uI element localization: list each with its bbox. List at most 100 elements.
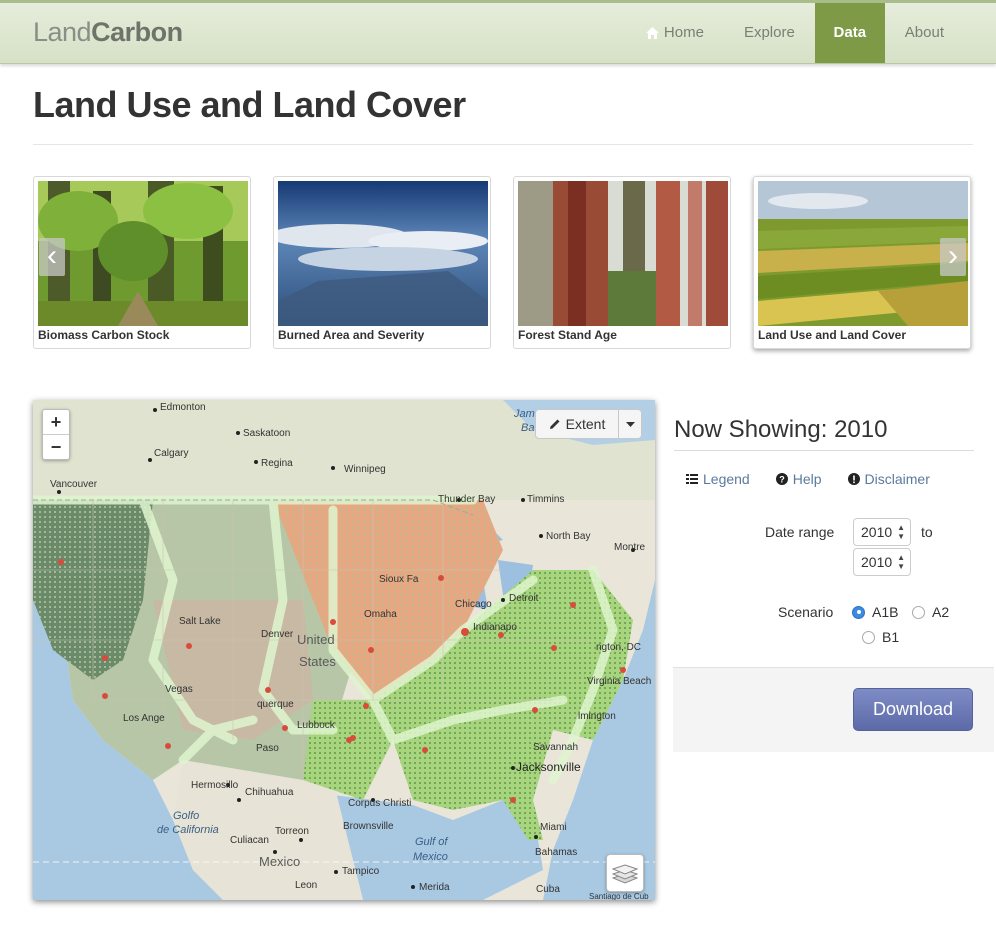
thumbnail-biomass[interactable]: Biomass Carbon Stock (33, 176, 251, 349)
page-title: Land Use and Land Cover (33, 84, 466, 125)
date-from-select[interactable]: 2010 ▲ ▼ (853, 518, 911, 546)
date-to-value: 2010 (861, 554, 893, 570)
zoom-out-button[interactable]: − (43, 434, 69, 459)
legend-link[interactable]: Legend (686, 471, 750, 487)
map-label: Thunder Bay (438, 494, 496, 505)
map-label: ngton, DC (596, 642, 642, 653)
nav-about-label: About (904, 24, 944, 41)
chevron-left-icon: ‹ (47, 239, 57, 272)
brand-logo[interactable]: LandCarbon (33, 17, 183, 48)
map-label: Merida (419, 882, 450, 893)
panel-links: Legend ? Help Disclaimer (686, 471, 930, 487)
navbar: LandCarbon Home Explore Data About (0, 0, 996, 64)
nav-home[interactable]: Home (626, 3, 724, 63)
carousel-next-button[interactable]: › (940, 238, 966, 276)
list-icon (686, 474, 698, 484)
chevron-right-icon: › (948, 239, 958, 272)
map-label: Saskatoon (243, 428, 291, 439)
map-label: Savannah (533, 742, 579, 753)
map-label: Vegas (165, 684, 193, 695)
map-label: Lubbock (297, 720, 335, 731)
layers-button[interactable] (606, 854, 644, 892)
scenario-radio-a2[interactable]: A2 (912, 604, 949, 620)
map-label: Gulf of (415, 836, 448, 848)
thumbnail-image-redwoods (518, 181, 728, 326)
map-label: Omaha (364, 609, 397, 620)
date-from-value: 2010 (861, 524, 893, 540)
date-to-select[interactable]: 2010 ▲ ▼ (853, 548, 911, 576)
map-label: Golfo (173, 810, 200, 822)
thumbnail-caption: Biomass Carbon Stock (38, 328, 170, 342)
scenario-label: Scenario (778, 604, 834, 620)
thumbnail-image-fields (758, 181, 968, 326)
thumbnail-burned-area[interactable]: Burned Area and Severity (273, 176, 491, 349)
map-label: Regina (261, 458, 293, 469)
scenario-radio-label: A1B (872, 604, 899, 620)
map-label: States (299, 654, 336, 669)
map-label: Chihuahua (245, 787, 294, 798)
map-label: Bahamas (535, 847, 578, 858)
thumbnail-caption: Forest Stand Age (518, 328, 617, 342)
scenario-radio-a1b[interactable]: A1B (852, 604, 898, 620)
extent-button[interactable]: Extent (535, 409, 619, 439)
legend-link-label: Legend (703, 471, 750, 487)
map-label: United (297, 632, 335, 647)
map-viewer[interactable]: Edmonton Saskatoon Calgary Regina Winnip… (33, 400, 655, 900)
main-nav: Home Explore Data About (626, 3, 996, 63)
scenario-radio-b1[interactable]: B1 (862, 629, 899, 645)
thumbnail-image-clouds (278, 181, 488, 326)
disclaimer-link-label: Disclaimer (864, 471, 930, 487)
thumbnail-caption: Land Use and Land Cover (758, 328, 907, 342)
title-divider (33, 144, 973, 145)
now-showing-divider (674, 450, 974, 451)
zoom-in-button[interactable]: + (43, 410, 69, 434)
map-label: Winnipeg (344, 464, 386, 475)
radio-checked-icon (852, 605, 865, 619)
zoom-control: + − (42, 409, 70, 460)
map-label: Vancouver (50, 479, 98, 490)
map-label: Leon (295, 880, 318, 891)
map-label: Calgary (154, 448, 189, 459)
map-label: Ba (521, 422, 535, 434)
map-label: querque (257, 699, 294, 710)
map-label: Santiago de Cub (589, 892, 649, 900)
map-label: Brownsville (343, 821, 394, 832)
map-label: Timmins (527, 494, 565, 505)
to-label: to (921, 524, 933, 540)
map-label: North Bay (546, 531, 591, 542)
pencil-icon (549, 419, 560, 429)
radio-unchecked-icon (912, 605, 925, 619)
map-label: Chicago (455, 599, 492, 610)
map-label: Los Ange (123, 713, 165, 724)
nav-explore-label: Explore (743, 24, 795, 41)
map-label: Edmonton (160, 402, 206, 413)
nav-about[interactable]: About (885, 3, 996, 63)
help-link[interactable]: ? Help (775, 471, 822, 487)
download-button[interactable]: Download (853, 688, 973, 731)
map-label: Paso (256, 743, 279, 754)
nav-data[interactable]: Data (814, 3, 885, 63)
carousel-prev-button[interactable]: ‹ (39, 238, 65, 276)
download-panel: Download (673, 667, 994, 752)
map-label: Virginia Beach (587, 676, 652, 687)
now-showing-heading: Now Showing: 2010 (674, 416, 888, 443)
map-label: Corpus Christi (348, 798, 412, 809)
svg-text:?: ? (779, 475, 785, 485)
map-label: Indianapo (473, 622, 517, 633)
thumbnail-forest-stand-age[interactable]: Forest Stand Age (513, 176, 731, 349)
dataset-carousel: Biomass Carbon Stock Burned Area and Sev… (33, 176, 973, 351)
updown-arrows-icon: ▲ ▼ (897, 523, 905, 541)
extent-dropdown-button[interactable] (618, 409, 642, 439)
map-label: Sioux Fa (379, 574, 419, 585)
nav-explore[interactable]: Explore (724, 3, 815, 63)
help-link-label: Help (792, 471, 822, 487)
map-label: Culiacan (230, 835, 269, 846)
disclaimer-link[interactable]: Disclaimer (847, 471, 930, 487)
question-circle-icon: ? (775, 473, 788, 485)
exclamation-circle-icon (847, 473, 860, 485)
map-label: Torreon (275, 826, 309, 837)
layers-icon (612, 864, 638, 884)
thumbnail-land-use[interactable]: Land Use and Land Cover (753, 176, 971, 349)
home-icon (645, 27, 659, 39)
map-label: Hermosillo (191, 780, 239, 791)
